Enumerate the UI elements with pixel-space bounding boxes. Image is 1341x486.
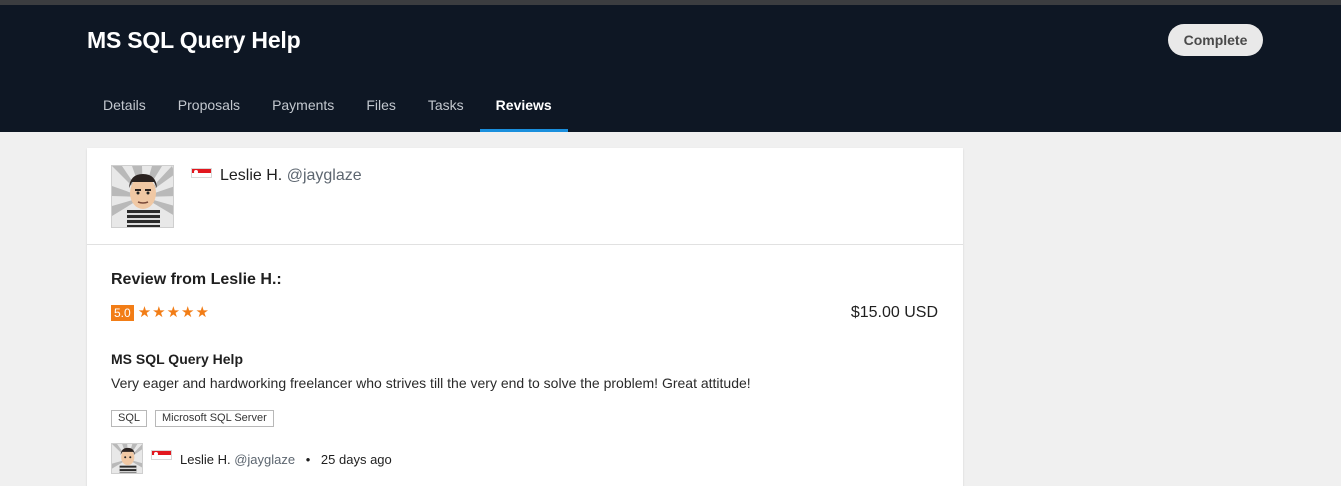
reviewer-display-name[interactable]: Leslie H. — [220, 167, 282, 184]
footer-reviewer-name[interactable]: Leslie H. — [180, 452, 231, 467]
footer-reviewer-handle[interactable]: @jayglaze — [234, 452, 295, 467]
complete-button[interactable]: Complete — [1168, 24, 1263, 56]
star-rating-icon: ★★★★★ — [137, 304, 210, 321]
reviewer-handle[interactable]: @jayglaze — [287, 167, 362, 184]
tab-payments[interactable]: Payments — [256, 83, 350, 132]
review-heading: Review from Leslie H.: — [111, 271, 282, 288]
review-footer: Leslie H. @jayglaze • 25 days ago — [111, 443, 511, 475]
singapore-flag-icon — [191, 168, 212, 178]
tab-tasks[interactable]: Tasks — [412, 83, 480, 132]
singapore-flag-icon — [151, 450, 172, 460]
review-card: Leslie H. @jayglaze Review from Leslie H… — [87, 148, 963, 486]
tab-files[interactable]: Files — [350, 83, 412, 132]
footer-reviewer-info: Leslie H. @jayglaze • 25 days ago — [180, 452, 392, 467]
tab-reviews[interactable]: Reviews — [479, 83, 568, 132]
tab-proposals[interactable]: Proposals — [162, 83, 256, 132]
review-project-title: MS SQL Query Help — [111, 351, 243, 367]
review-timestamp: 25 days ago — [320, 452, 392, 467]
avatar[interactable] — [111, 443, 143, 474]
reviewer-name[interactable]: Leslie H. @jayglaze — [220, 167, 362, 185]
review-amount: $15.00 USD — [850, 304, 938, 321]
review-text: Very eager and hardworking freelancer wh… — [111, 375, 751, 391]
skill-tag[interactable]: Microsoft SQL Server — [155, 410, 274, 427]
page-title: MS SQL Query Help — [87, 27, 301, 53]
project-header: MS SQL Query Help Complete Details Propo… — [0, 5, 1341, 132]
avatar[interactable] — [111, 165, 174, 228]
reviewer-summary: Leslie H. @jayglaze — [87, 148, 963, 245]
skill-tags: SQL Microsoft SQL Server — [111, 410, 274, 427]
skill-tag[interactable]: SQL — [111, 410, 148, 427]
rating-row: 5.0 ★★★★★ — [111, 305, 210, 321]
project-tabs: Details Proposals Payments Files Tasks R… — [87, 83, 568, 132]
rating-badge: 5.0 — [111, 305, 134, 321]
tab-details[interactable]: Details — [87, 83, 162, 132]
separator-dot: • — [305, 452, 311, 467]
